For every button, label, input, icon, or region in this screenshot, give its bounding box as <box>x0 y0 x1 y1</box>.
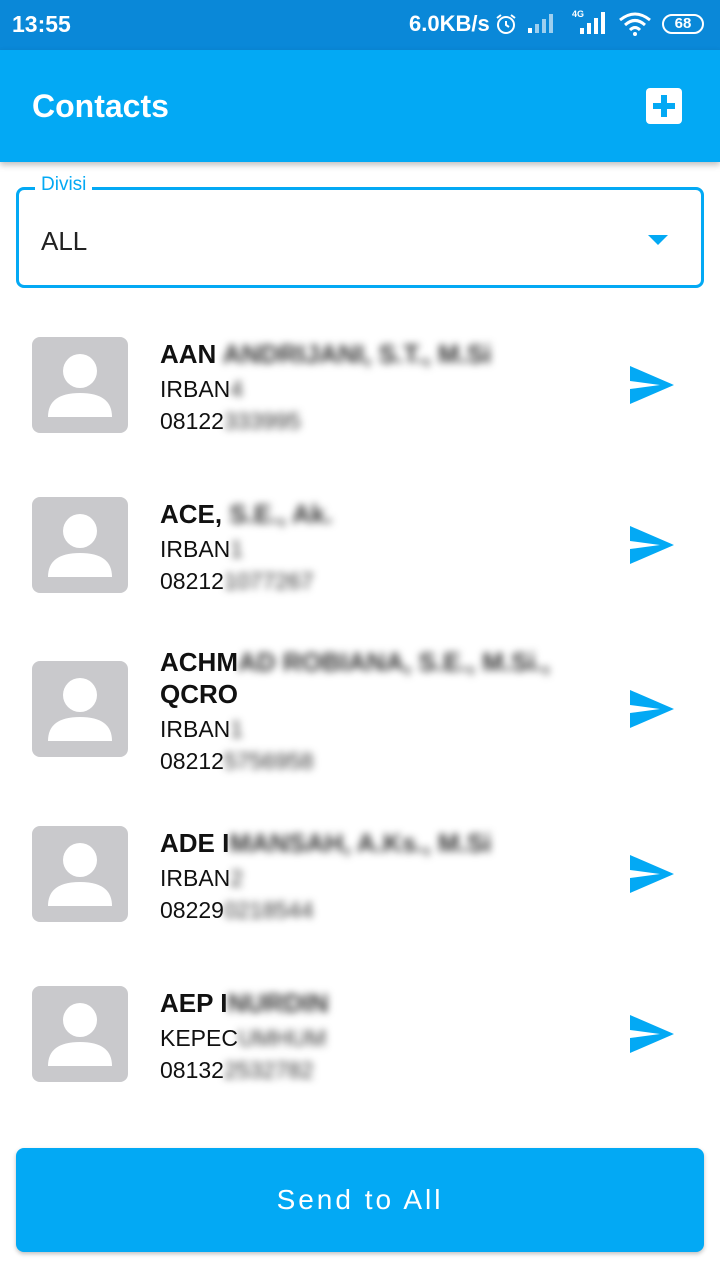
person-icon <box>48 678 112 741</box>
contact-division: IRBAN1 <box>160 716 243 743</box>
send-icon <box>630 690 674 728</box>
contact-division: IRBAN2 <box>160 865 243 892</box>
contact-division-text: KEPEC <box>160 1025 238 1051</box>
contact-phone: 082290218544 <box>160 897 314 924</box>
contact-division: KEPECUMHUM <box>160 1025 326 1052</box>
contact-phone-redacted: 5756958 <box>223 748 314 774</box>
contact-phone: 081322532782 <box>160 1057 314 1084</box>
contact-phone-redacted: 2532782 <box>223 1057 314 1083</box>
4g-signal-icon: 4G <box>572 8 608 41</box>
contact-name: ACE, S.E., Ak. <box>160 498 600 530</box>
contact-name-text: AAN <box>160 339 217 369</box>
avatar <box>32 986 128 1082</box>
send-button[interactable] <box>628 524 676 566</box>
contact-division-redacted: 2 <box>230 865 244 891</box>
contact-division-redacted: 4 <box>230 376 244 402</box>
contact-division-text: IRBAN <box>160 716 231 742</box>
network-speed: 6.0KB/s <box>409 11 490 36</box>
svg-text:4G: 4G <box>572 9 584 19</box>
contact-division-text: IRBAN <box>160 536 231 562</box>
battery-level: 68 <box>674 15 692 32</box>
contact-name-redacted: S.E., Ak. <box>229 499 333 529</box>
contact-name-redacted: ANDRIJANI, S.T., M.Si <box>222 339 492 369</box>
contact-division-text: IRBAN <box>160 865 231 891</box>
contact-phone-redacted: 0218544 <box>223 897 314 923</box>
app-bar: Contacts <box>0 50 720 162</box>
contact-division: IRBAN1 <box>160 536 243 563</box>
contact-name-text: ACHM <box>160 647 238 677</box>
contact-phone: 082121077267 <box>160 568 314 595</box>
contact-name-redacted: AD ROBIANA, S.E., M.Si., <box>238 647 551 677</box>
contact-name: ADE IMANSAH, A.Ks., M.Si <box>160 827 600 859</box>
person-icon <box>48 843 112 906</box>
division-select-label: Divisi <box>35 174 93 196</box>
battery-icon: 68 <box>662 14 704 34</box>
contact-name: AEP INURDIN <box>160 987 600 1019</box>
status-time: 13:55 <box>12 11 71 37</box>
signal-icon <box>527 12 555 39</box>
add-contact-button[interactable] <box>646 88 682 124</box>
contact-division-text: IRBAN <box>160 376 231 402</box>
contact-name: ACHMAD ROBIANA, S.E., M.Si., QCRO <box>160 646 600 710</box>
send-icon <box>630 366 674 404</box>
division-select[interactable]: Divisi ALL <box>16 174 704 288</box>
avatar <box>32 826 128 922</box>
send-button[interactable] <box>628 853 676 895</box>
send-button[interactable] <box>628 364 676 406</box>
wifi-icon <box>618 12 652 41</box>
status-bar: 13:55 6.0KB/s 4G 68 <box>0 0 720 50</box>
page-title: Contacts <box>32 88 169 124</box>
person-icon <box>48 1003 112 1066</box>
contact-name-text: ACE, <box>160 499 223 529</box>
contact-division-redacted: 1 <box>230 536 244 562</box>
contact-phone-text: 08212 <box>160 748 224 774</box>
send-button[interactable] <box>628 688 676 730</box>
alarm-icon <box>494 12 518 41</box>
send-button[interactable] <box>628 1013 676 1055</box>
division-select-value: ALL <box>41 226 88 256</box>
contact-name-redacted: NURDIN <box>227 988 329 1018</box>
plus-icon <box>653 95 675 117</box>
contact-name-line2: QCRO <box>160 679 238 709</box>
avatar <box>32 497 128 593</box>
contact-division-redacted: UMHUM <box>237 1025 327 1051</box>
send-icon <box>630 1015 674 1053</box>
send-icon <box>630 526 674 564</box>
contact-phone: 082125756958 <box>160 748 314 775</box>
contact-name-text: ADE I <box>160 828 230 858</box>
contact-phone-text: 08132 <box>160 1057 224 1083</box>
avatar <box>32 661 128 757</box>
contact-division-redacted: 1 <box>230 716 244 742</box>
avatar <box>32 337 128 433</box>
send-icon <box>630 855 674 893</box>
person-icon <box>48 514 112 577</box>
contact-phone-text: 08122 <box>160 408 224 434</box>
contact-phone-redacted: 333995 <box>223 408 301 434</box>
contact-phone-text: 08229 <box>160 897 224 923</box>
contact-name: AAN ANDRIJANI, S.T., M.Si <box>160 338 600 370</box>
contact-name-text: AEP I <box>160 988 228 1018</box>
contact-name-redacted: MANSAH, A.Ks., M.Si <box>229 828 492 858</box>
contact-phone-redacted: 1077267 <box>223 568 314 594</box>
contact-division: IRBAN4 <box>160 376 243 403</box>
send-to-all-button[interactable]: Send to All <box>16 1148 704 1252</box>
person-icon <box>48 354 112 417</box>
contact-phone: 08122333995 <box>160 408 301 435</box>
contact-phone-text: 08212 <box>160 568 224 594</box>
chevron-down-icon <box>648 235 668 245</box>
